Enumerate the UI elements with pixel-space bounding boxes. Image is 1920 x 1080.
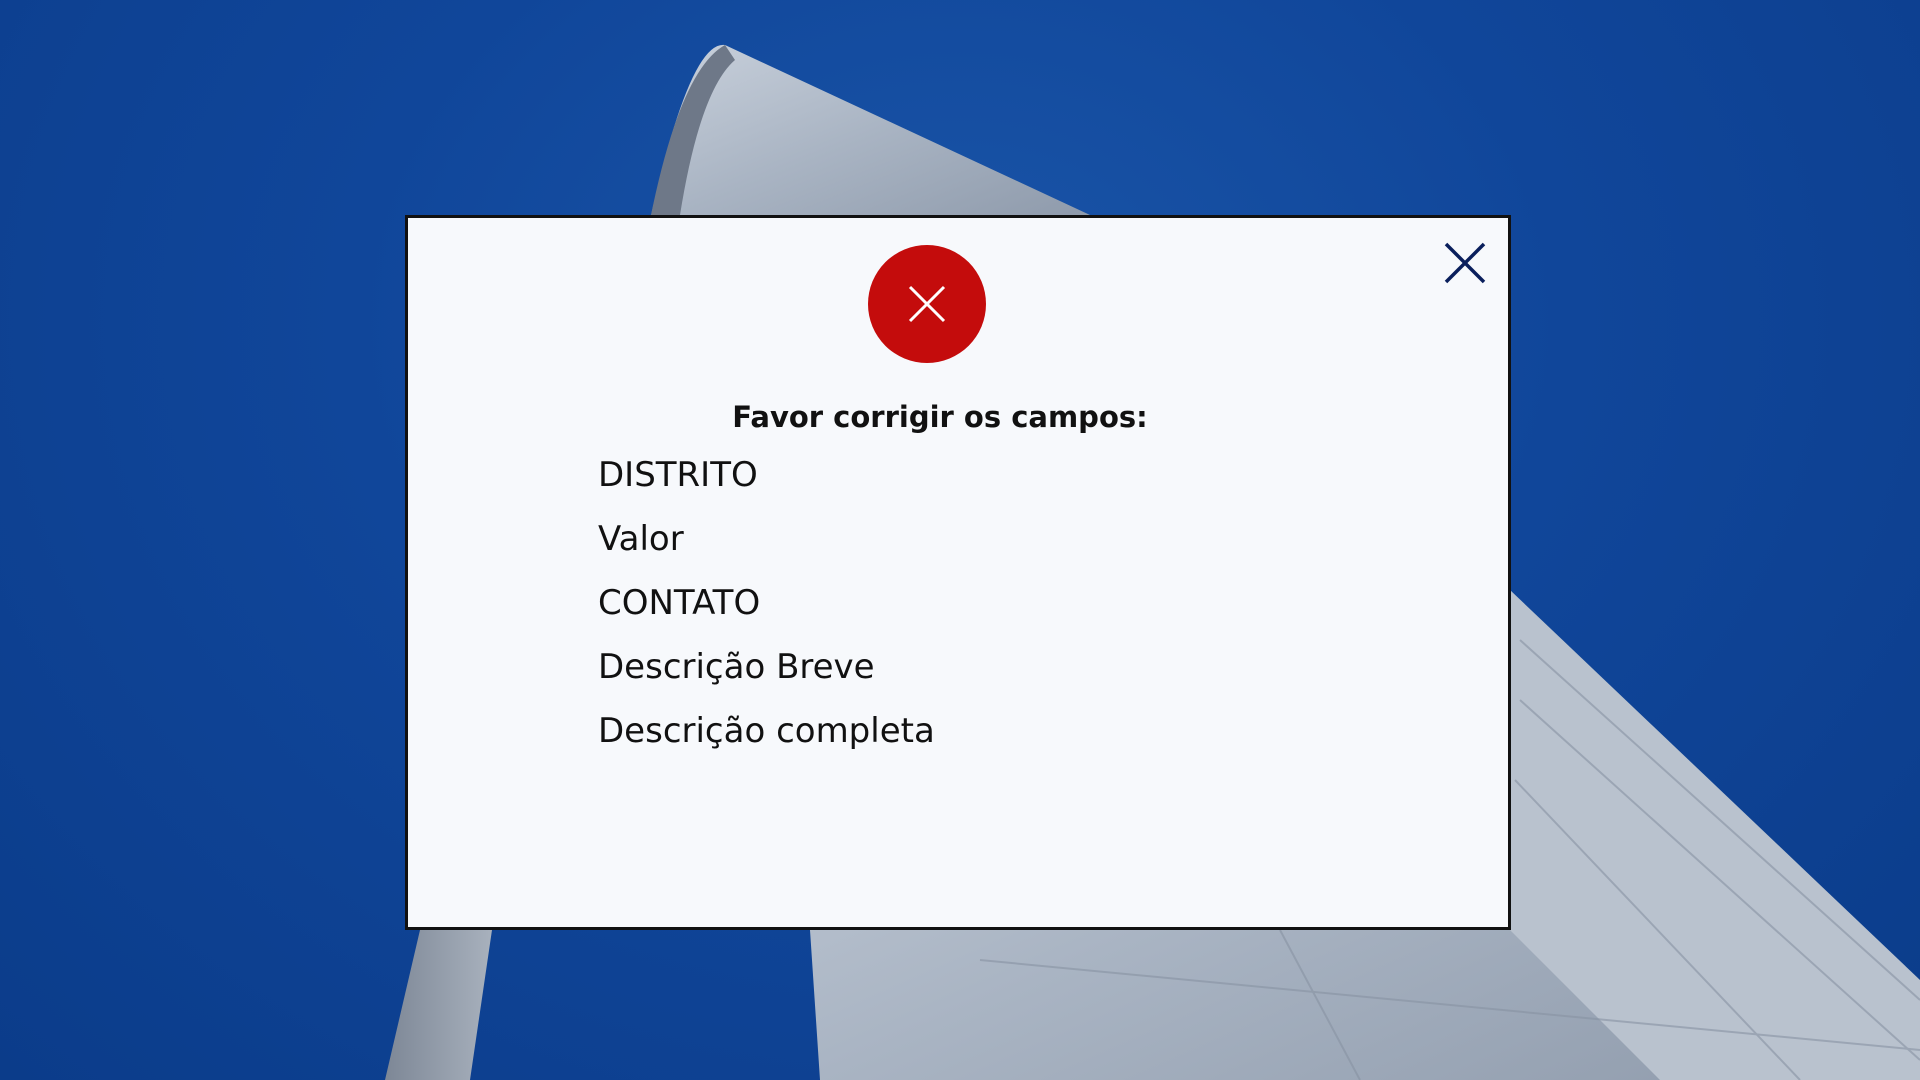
list-item-field: Valor [598, 519, 684, 559]
close-button[interactable] [1440, 238, 1490, 288]
list-item-field: DISTRITO [598, 455, 758, 495]
close-icon[interactable] [1440, 238, 1490, 288]
error-x-icon [908, 285, 946, 323]
list-item-field: CONTATO [598, 583, 761, 623]
error-status-badge [868, 245, 986, 363]
list-item-field: Descrição completa [598, 711, 935, 751]
error-dialog: Favor corrigir os campos: DISTRITO Valor… [405, 215, 1511, 930]
list-item-field: Descrição Breve [598, 647, 875, 687]
invalid-fields-list: DISTRITO Valor CONTATO Descrição Breve D… [598, 450, 935, 770]
dialog-heading: Favor corrigir os campos: [732, 400, 1148, 434]
